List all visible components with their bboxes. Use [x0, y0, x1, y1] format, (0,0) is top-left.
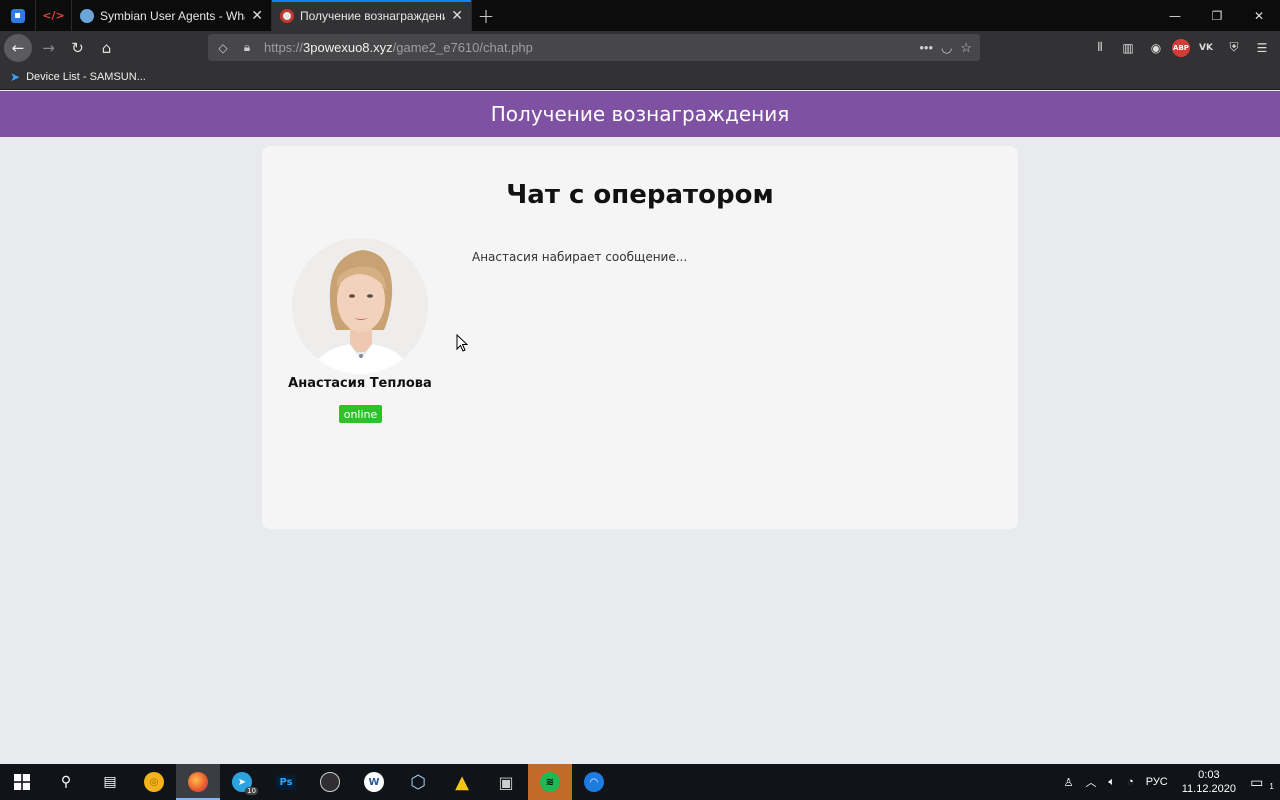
tab-label: Получение вознаграждения [300, 8, 446, 23]
taskbar-app-firefox[interactable] [176, 764, 220, 800]
taskbar-app-explorer[interactable]: ▣ [484, 764, 528, 800]
start-button[interactable] [0, 764, 44, 800]
page-header-title: Получение вознаграждения [490, 102, 790, 126]
menu-icon[interactable]: ☰ [1250, 36, 1274, 60]
coin-app-icon: ◎ [144, 772, 164, 792]
cube-icon: ⬡ [410, 771, 426, 793]
back-button[interactable]: ← [4, 33, 32, 62]
restore-icon[interactable]: ❐ [1196, 0, 1238, 31]
bookmark-favicon-icon: ➤ [10, 69, 21, 84]
close-tab-icon[interactable]: ✕ [451, 8, 463, 24]
notification-center-button[interactable]: ▭ 1 [1244, 774, 1280, 791]
more-actions-icon[interactable]: ••• [919, 40, 933, 56]
taskbar-app-triangle[interactable]: ▲ [440, 764, 484, 800]
app-blue-icon: ◠ [584, 772, 604, 792]
gift-icon [280, 8, 294, 23]
close-window-icon[interactable]: ✕ [1238, 0, 1280, 31]
bookmark-star-icon[interactable]: ☆ [960, 40, 972, 56]
library-icon[interactable]: ⫴ [1088, 36, 1112, 60]
warning-triangle-icon: ▲ [455, 771, 469, 793]
operator-photo [292, 238, 428, 374]
bookmarks-bar: ➤ Device List - SAMSUN... [0, 64, 1280, 90]
mouse-cursor-icon [456, 334, 468, 352]
chat-card: Чат с оператором Анастасия Теплова onlin… [262, 146, 1018, 529]
vk-icon[interactable]: VK [1194, 36, 1218, 60]
tab-label: Symbian User Agents - WhatIsMyBrowser [100, 8, 245, 23]
taskbar-app-photoshop[interactable]: Ps [264, 764, 308, 800]
people-icon[interactable]: ♙ [1058, 776, 1080, 789]
globe-icon [80, 8, 94, 23]
bookmark-label: Device List - SAMSUN... [26, 70, 146, 83]
pinned-tab-messages[interactable]: ▪ [0, 0, 36, 31]
window-app-icon: ▣ [498, 772, 514, 792]
operator-avatar [292, 238, 428, 374]
taskbar-app-coin[interactable]: ◎ [132, 764, 176, 800]
sidebar-icon[interactable]: ▥ [1116, 36, 1140, 60]
taskbar-app-telegram[interactable]: ➤ 10 [220, 764, 264, 800]
app-w-icon: W [364, 772, 384, 792]
pocket-icon[interactable]: ◡ [941, 40, 952, 56]
telegram-badge: 10 [245, 787, 258, 795]
shield-extension-icon[interactable]: ⛨ [1222, 36, 1246, 60]
window-controls: — ❐ ✕ [1154, 0, 1280, 31]
operator-name: Анастасия Теплова [288, 376, 432, 391]
wifi-icon[interactable]: ◔ [1121, 776, 1140, 788]
tab-symbian-user-agents[interactable]: Symbian User Agents - WhatIsMyBrowser ✕ [72, 0, 272, 31]
new-tab-button[interactable]: + [472, 0, 500, 31]
address-bar[interactable]: ◇ 🔒︎ https://3powexuo8.xyz/game2_e7610/c… [208, 34, 980, 61]
page-header: Получение вознаграждения [0, 91, 1280, 137]
task-view-button[interactable]: ▤ [88, 764, 132, 800]
pinned-tab-dev[interactable]: </> [36, 0, 72, 31]
notification-count: 1 [1269, 781, 1274, 791]
status-badge: online [339, 405, 382, 423]
tab-reward[interactable]: Получение вознаграждения ✕ [272, 0, 472, 31]
spotify-icon: ≋ [540, 772, 560, 792]
taskbar-app-word[interactable]: W [352, 764, 396, 800]
taskbar: ⚲ ▤ ◎ ➤ 10 Ps W ⬡ ▲ ▣ ≋ ◠ ♙ ︿ 🔈︎ ◔ РУС 0… [0, 764, 1280, 800]
url-text[interactable]: https://3powexuo8.xyz/game2_e7610/chat.p… [264, 40, 533, 55]
toolbar-right: ⫴ ▥ ◉ ABP VK ⛨ ☰ [1088, 31, 1280, 64]
chevron-up-icon[interactable]: ︿ [1079, 774, 1102, 790]
shield-icon[interactable]: ◇ [214, 41, 232, 55]
adblock-icon[interactable]: ABP [1172, 38, 1190, 57]
forward-button[interactable]: → [34, 33, 63, 62]
clock-time: 0:03 [1198, 769, 1220, 781]
lock-icon[interactable]: 🔒︎ [238, 40, 256, 55]
photoshop-icon: Ps [276, 774, 296, 790]
system-tray: ♙ ︿ 🔈︎ ◔ РУС 0:03 11.12.2020 ▭ 1 [1058, 764, 1280, 800]
chat-icon: ▪ [10, 8, 25, 23]
minimize-icon[interactable]: — [1154, 0, 1196, 31]
tab-strip: ▪ </> Symbian User Agents - WhatIsMyBrow… [0, 0, 1280, 31]
clock[interactable]: 0:03 11.12.2020 [1174, 768, 1244, 796]
typing-indicator: Анастасия набирает сообщение... [472, 250, 688, 264]
clock-date: 11.12.2020 [1181, 783, 1236, 795]
bookmark-device-list[interactable]: ➤ Device List - SAMSUN... [10, 70, 146, 84]
code-icon: </> [42, 9, 65, 22]
address-bar-actions: ••• ◡ ☆ [919, 40, 972, 56]
language-indicator[interactable]: РУС [1140, 776, 1174, 788]
windows-logo-icon [14, 774, 30, 790]
taskbar-app-obs[interactable] [308, 764, 352, 800]
firefox-icon [188, 772, 208, 792]
chat-title: Чат с оператором [506, 180, 774, 210]
obs-icon [320, 772, 340, 792]
taskbar-app-spotify[interactable]: ≋ [528, 764, 572, 800]
task-view-icon: ▤ [103, 774, 117, 790]
taskbar-app-blue[interactable]: ◠ [572, 764, 616, 800]
search-button[interactable]: ⚲ [44, 764, 88, 800]
taskbar-app-virtualbox[interactable]: ⬡ [396, 764, 440, 800]
search-icon: ⚲ [60, 774, 72, 790]
reload-button[interactable]: ↻ [63, 33, 92, 62]
navigation-bar: ← → ↻ ⌂ ◇ 🔒︎ https://3powexuo8.xyz/game2… [0, 31, 1280, 64]
close-tab-icon[interactable]: ✕ [251, 8, 263, 24]
volume-icon[interactable]: 🔈︎ [1102, 776, 1121, 789]
home-button[interactable]: ⌂ [92, 33, 121, 62]
account-icon[interactable]: ◉ [1144, 36, 1168, 60]
